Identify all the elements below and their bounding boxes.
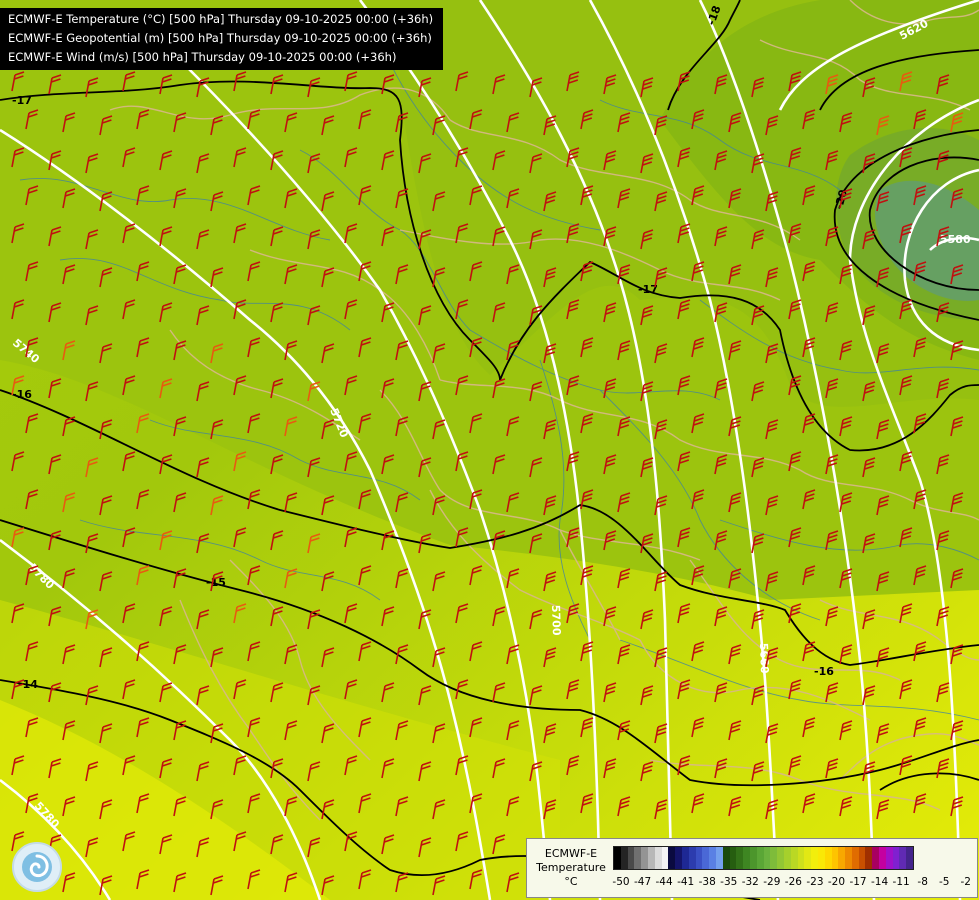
legend-swatch: [722, 847, 730, 869]
legend-swatch: [620, 847, 628, 869]
legend-tick-label: -8: [917, 876, 928, 888]
legend-title-model: ECMWF-E: [544, 847, 598, 860]
legend-swatch: [702, 847, 710, 869]
legend-swatch: [892, 847, 900, 869]
legend-swatch: [695, 847, 703, 869]
legend-swatch: [614, 847, 621, 869]
legend-tick-label: -41: [677, 876, 695, 888]
legend-swatch: [879, 847, 886, 869]
legend-swatch: [668, 847, 676, 869]
legend-swatch: [899, 847, 907, 869]
legend-tick-label: -5: [938, 876, 950, 888]
title-geopotential: ECMWF-E Geopotential (m) [500 hPa] Thurs…: [8, 31, 432, 45]
legend-swatch: [715, 847, 723, 869]
legend-tick-label: -14: [870, 876, 889, 888]
legend-swatch: [763, 847, 771, 869]
legend-tick-label: -20: [827, 876, 846, 888]
legend-swatch: [709, 847, 716, 869]
legend-tick-label: -38: [698, 876, 716, 888]
legend-tick-label: -23: [806, 876, 824, 888]
title-temperature: ECMWF-E Temperature (°C) [500 hPa] Thurs…: [8, 12, 434, 26]
legend-swatch: [872, 847, 880, 869]
legend-swatch: [688, 847, 696, 869]
legend-swatch: [906, 847, 914, 869]
legend-tick-label: -50: [612, 876, 630, 888]
legend-swatch: [804, 847, 812, 869]
legend-swatch: [783, 847, 791, 869]
legend-swatch: [681, 847, 689, 869]
ecmwf-logo: [12, 842, 62, 892]
temperature-legend: ECMWF-E Temperature °C -50 -47 -44 -41 -38 -3…: [526, 838, 978, 898]
legend-swatch: [851, 847, 859, 869]
legend-swatch: [824, 847, 832, 869]
legend-title-variable: Temperature: [536, 861, 606, 874]
legend-swatch: [811, 847, 818, 869]
legend-swatch: [831, 847, 839, 869]
legend-tick-label: -32: [741, 876, 759, 888]
label-5700: 5700: [549, 605, 563, 636]
legend-swatch: [858, 847, 866, 869]
title-wind: ECMWF-E Wind (m/s) [500 hPa] Thursday 09…: [8, 50, 397, 64]
legend-color-scale: [613, 846, 915, 870]
legend-tick-labels: -50 -47 -44 -41 -38 -35 -32 -29 -26 -23 -20 -17 -14-…: [612, 876, 973, 890]
legend-swatch: [770, 847, 778, 869]
legend-swatch: [749, 847, 757, 869]
legend-swatch: [654, 847, 662, 869]
ecmwf-swirl-logo-icon: [22, 852, 52, 882]
label-minus16-a: -16: [12, 388, 32, 401]
legend-tick-label: -44: [655, 876, 673, 888]
legend-swatch: [627, 847, 635, 869]
legend-swatch: [641, 847, 648, 869]
legend-swatch: [865, 847, 873, 869]
legend-tick-label: -2: [960, 876, 971, 888]
label-5580: 5580: [940, 233, 971, 246]
legend-swatch: [756, 847, 764, 869]
legend-swatch: [661, 847, 669, 869]
legend-tick-label: -47: [633, 876, 652, 888]
legend-swatch: [743, 847, 750, 869]
legend-tick-label: -26: [784, 876, 802, 888]
legend-title-unit: °C: [564, 875, 578, 888]
label-minus16-b: -16: [814, 665, 834, 678]
map-title-box: ECMWF-E Temperature (°C) [500 hPa] Thurs…: [0, 8, 444, 70]
legend-swatch: [845, 847, 852, 869]
legend-tick-label: -17: [849, 876, 867, 888]
legend-swatch: [647, 847, 655, 869]
legend-swatch: [777, 847, 784, 869]
legend-tick-label: -35: [720, 876, 738, 888]
legend-swatch: [797, 847, 805, 869]
legend-swatch: [838, 847, 846, 869]
legend-swatch: [736, 847, 744, 869]
weather-map: 5620 5580 5740 5720 5700 5780 5780 5660 …: [0, 0, 979, 900]
legend-swatch: [729, 847, 737, 869]
label-minus17-a: -17: [12, 94, 32, 107]
legend-tick-label: -11: [892, 876, 910, 888]
legend-swatch: [634, 847, 642, 869]
legend-swatch: [885, 847, 893, 869]
legend-tick-label: -29: [763, 876, 781, 888]
legend-swatch: [675, 847, 682, 869]
legend-swatch: [817, 847, 825, 869]
legend-swatch: [790, 847, 798, 869]
